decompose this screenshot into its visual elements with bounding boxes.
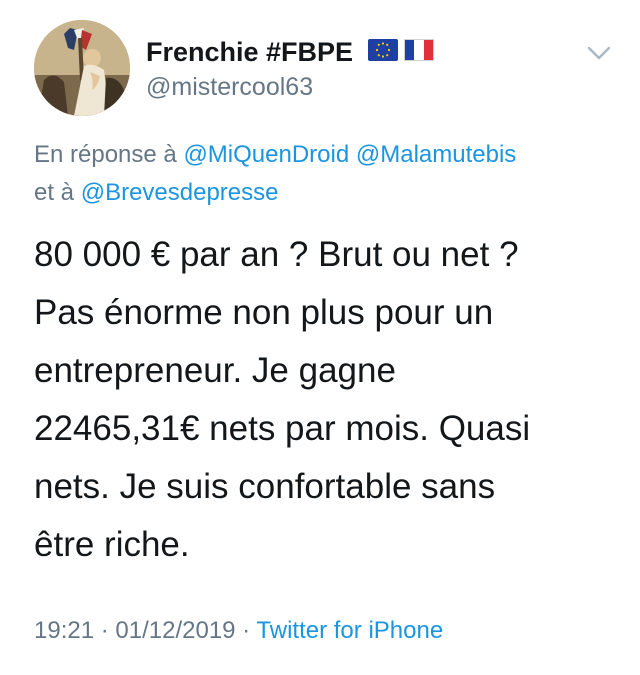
- tweet-metadata: 19:21 · 01/12/2019 · Twitter for iPhone: [34, 616, 443, 646]
- tweet-text-line: entrepreneur. Je gagne: [34, 351, 396, 390]
- reply-conjunction: et à: [34, 179, 81, 206]
- avatar-image: [34, 20, 130, 116]
- tweet-text-line: 80 000 € par an ? Brut ou net ?: [34, 235, 519, 274]
- tweet-text-line: Pas énorme non plus pour un: [34, 293, 494, 332]
- eu-flag-icon: [368, 39, 398, 61]
- meta-separator: ·: [235, 617, 257, 644]
- mention-link[interactable]: @Brevesdepresse: [81, 179, 279, 206]
- avatar[interactable]: [34, 20, 130, 116]
- username[interactable]: @mistercool63: [146, 72, 313, 102]
- france-flag-icon: [404, 39, 434, 61]
- author-flags: [368, 39, 434, 63]
- meta-separator: ·: [94, 617, 116, 644]
- display-name[interactable]: Frenchie #FBPE: [146, 36, 353, 68]
- tweet-text-line: 22465,31€ nets par mois. Quasi: [34, 409, 531, 448]
- tweet-text-line: être riche.: [34, 525, 190, 564]
- mention-link[interactable]: @Malamutebis: [356, 141, 516, 168]
- reply-line-2: et à @Brevesdepresse: [34, 174, 624, 212]
- tweet-source-link[interactable]: Twitter for iPhone: [256, 617, 443, 644]
- reply-line-1: En réponse à @MiQuenDroid @Malamutebis: [34, 136, 624, 174]
- tweet-text: 80 000 € par an ? Brut ou net ? Pas énor…: [34, 226, 624, 574]
- tweet-time[interactable]: 19:21: [34, 617, 94, 644]
- tweet-card: Frenchie #FBPE @mistercool63 En réponse …: [0, 0, 640, 675]
- reply-context: En réponse à @MiQuenDroid @Malamutebis e…: [34, 136, 624, 212]
- tweet-date[interactable]: 01/12/2019: [115, 617, 235, 644]
- mention-link[interactable]: @MiQuenDroid: [183, 141, 349, 168]
- tweet-text-line: nets. Je suis confortable sans: [34, 467, 496, 506]
- reply-prefix: En réponse à: [34, 141, 184, 168]
- chevron-down-icon[interactable]: [586, 44, 612, 62]
